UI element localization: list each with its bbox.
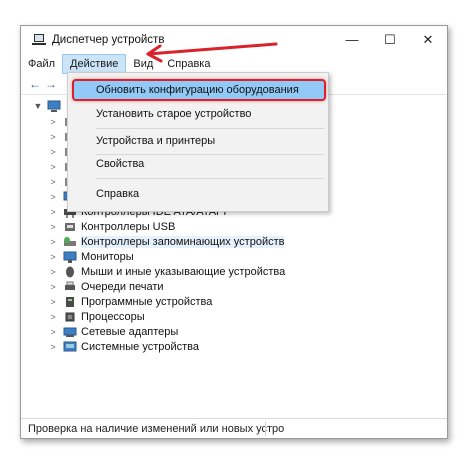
usb-controller-icon xyxy=(63,221,77,233)
device-manager-window: Диспетчер устройств — ☐ ✕ Файл Действие … xyxy=(20,25,448,439)
chevron-right-icon[interactable]: > xyxy=(47,207,59,217)
tree-node-label: Системные устройства xyxy=(81,340,200,353)
tree-node[interactable]: > Мыши и иные указывающие устройства xyxy=(47,264,285,279)
tree-root[interactable]: ▼ xyxy=(33,98,61,114)
menu-item-properties[interactable]: Свойства xyxy=(68,153,328,175)
tree-node[interactable]: > Процессоры xyxy=(47,309,145,324)
mouse-icon xyxy=(63,266,77,278)
chevron-right-icon[interactable]: > xyxy=(47,252,59,262)
status-divider xyxy=(265,422,266,436)
menu-action[interactable]: Действие xyxy=(62,54,127,74)
annotation-arrow-icon xyxy=(146,42,278,63)
tree-node-label: Мыши и иные указывающие устройства xyxy=(81,265,286,278)
processor-icon xyxy=(63,311,77,323)
chevron-right-icon[interactable]: > xyxy=(47,327,59,337)
menu-separator xyxy=(96,128,324,129)
status-bar: Проверка на наличие изменений или новых … xyxy=(21,418,447,438)
tree-node-label: Процессоры xyxy=(81,310,145,323)
chevron-right-icon[interactable]: > xyxy=(47,117,59,127)
tree-node-label: Контроллеры USB xyxy=(81,220,176,233)
chevron-right-icon[interactable]: > xyxy=(47,147,59,157)
tree-node[interactable]: > Контроллеры USB xyxy=(47,219,175,234)
chevron-right-icon[interactable]: > xyxy=(47,177,59,187)
tree-node[interactable]: > Контроллеры запоминающих устройств xyxy=(47,234,285,249)
monitor-icon xyxy=(63,251,77,263)
menu-item-devices-printers[interactable]: Устройства и принтеры xyxy=(68,130,328,152)
chevron-right-icon[interactable]: > xyxy=(47,237,59,247)
close-button[interactable]: ✕ xyxy=(409,26,447,53)
maximize-button[interactable]: ☐ xyxy=(371,26,409,53)
tree-node[interactable]: > Системные устройства xyxy=(47,339,199,354)
software-device-icon xyxy=(63,296,77,308)
menu-separator xyxy=(96,178,324,179)
storage-controller-icon xyxy=(63,236,77,248)
system-device-icon xyxy=(63,341,77,353)
tree-node-label: Очереди печати xyxy=(81,280,164,293)
computer-root-icon xyxy=(47,100,61,112)
chevron-right-icon[interactable]: > xyxy=(47,162,59,172)
chevron-right-icon[interactable]: > xyxy=(47,282,59,292)
menu-file[interactable]: Файл xyxy=(21,54,62,74)
network-adapter-icon xyxy=(63,326,77,338)
chevron-right-icon[interactable]: > xyxy=(47,267,59,277)
chevron-right-icon[interactable]: > xyxy=(47,132,59,142)
tree-node[interactable]: > Мониторы xyxy=(47,249,134,264)
minimize-button[interactable]: — xyxy=(333,26,371,53)
tree-node-label: Программные устройства xyxy=(81,295,213,308)
menu-item-add-legacy[interactable]: Установить старое устройство xyxy=(68,103,328,125)
status-text: Проверка на наличие изменений или новых … xyxy=(28,422,285,435)
window-controls: — ☐ ✕ xyxy=(333,26,447,53)
chevron-right-icon[interactable]: > xyxy=(47,222,59,232)
chevron-right-icon[interactable]: > xyxy=(47,192,59,202)
forward-arrow-icon[interactable]: → xyxy=(43,76,59,92)
menu-item-help[interactable]: Справка xyxy=(68,183,328,205)
action-menu-dropdown: Обновить конфигурацию оборудования Устан… xyxy=(67,72,329,212)
tree-node[interactable]: > Сетевые адаптеры xyxy=(47,324,178,339)
chevron-right-icon[interactable]: > xyxy=(47,297,59,307)
printer-icon xyxy=(63,281,77,293)
chevron-right-icon[interactable]: > xyxy=(47,342,59,352)
tree-node-label: Сетевые адаптеры xyxy=(81,325,179,338)
tree-node[interactable]: > Очереди печати xyxy=(47,279,164,294)
chevron-down-icon[interactable]: ▼ xyxy=(33,101,43,111)
tree-node[interactable]: > Программные устройства xyxy=(47,294,212,309)
chevron-right-icon[interactable]: > xyxy=(47,312,59,322)
tree-node-label: Мониторы xyxy=(81,250,134,263)
menu-item-scan-hardware[interactable]: Обновить конфигурацию оборудования xyxy=(72,79,326,101)
back-arrow-icon[interactable]: ← xyxy=(27,76,43,92)
tree-node-label: Контроллеры запоминающих устройств xyxy=(81,235,285,248)
device-manager-icon xyxy=(32,33,46,46)
